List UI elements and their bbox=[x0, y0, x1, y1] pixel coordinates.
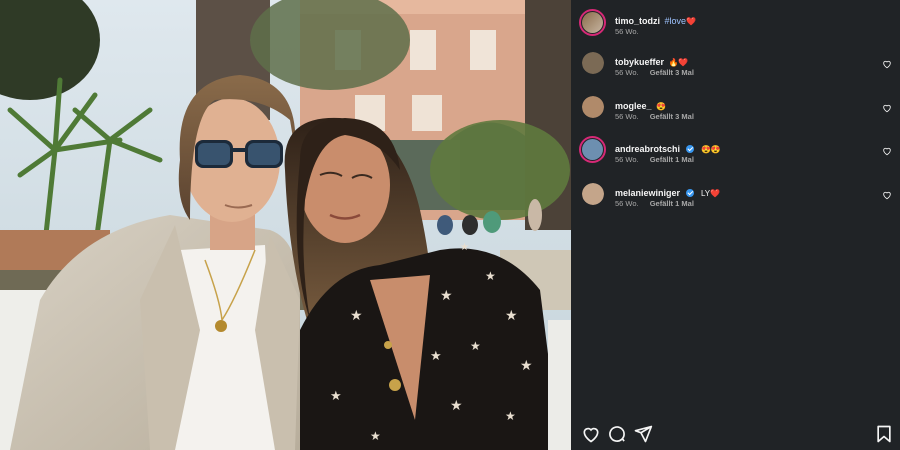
commenter-avatar[interactable] bbox=[582, 96, 604, 118]
svg-text:★: ★ bbox=[470, 339, 481, 353]
comment-bubble-icon[interactable] bbox=[607, 424, 627, 444]
commenter-avatar[interactable] bbox=[579, 136, 606, 163]
paper-plane-icon[interactable] bbox=[633, 424, 653, 444]
comment-likes[interactable]: Gefällt 1 Mal bbox=[650, 199, 694, 208]
comment-username[interactable]: moglee_ bbox=[615, 101, 652, 111]
post-author[interactable]: timo_todzi bbox=[615, 16, 660, 26]
comment-username[interactable]: tobykueffer bbox=[615, 57, 664, 67]
comment-age: 56 Wo. bbox=[615, 155, 639, 164]
comment-age: 56 Wo. bbox=[615, 68, 639, 77]
photo-illustration: ★ ★ ★ ★ ★ ★ ★ ★ ★ ★ ★ ★ bbox=[0, 0, 571, 450]
comment-likes[interactable]: Gefällt 3 Mal bbox=[650, 112, 694, 121]
post-photo[interactable]: ★ ★ ★ ★ ★ ★ ★ ★ ★ ★ ★ ★ bbox=[0, 0, 571, 450]
verified-badge-icon bbox=[686, 189, 695, 197]
caption-emoji: ❤️ bbox=[685, 17, 696, 26]
comment-text: 😍😍 bbox=[700, 145, 721, 154]
svg-text:★: ★ bbox=[370, 429, 381, 443]
heart-outline-icon[interactable] bbox=[882, 100, 892, 113]
svg-text:★: ★ bbox=[440, 287, 453, 303]
svg-text:★: ★ bbox=[350, 307, 363, 323]
comment-likes[interactable]: Gefällt 3 Mal bbox=[650, 68, 694, 77]
comment-item: melaniewiniger LY❤️ 56 Wo. Gefällt 1 Mal bbox=[579, 179, 897, 213]
svg-text:★: ★ bbox=[505, 409, 516, 423]
svg-text:★: ★ bbox=[505, 307, 518, 323]
commenter-avatar[interactable] bbox=[582, 183, 604, 205]
comment-text: LY❤️ bbox=[700, 189, 721, 198]
comment-username[interactable]: melaniewiniger bbox=[615, 188, 680, 198]
post-action-bar bbox=[571, 418, 900, 450]
heart-outline-icon[interactable] bbox=[882, 187, 892, 200]
comments-panel: timo_todzi #love❤️ 56 Wo. tobykueffer 🔥❤… bbox=[571, 0, 900, 450]
comment-likes[interactable]: Gefällt 1 Mal bbox=[650, 155, 694, 164]
svg-text:★: ★ bbox=[450, 397, 463, 413]
bookmark-icon[interactable] bbox=[874, 424, 894, 444]
heart-outline-icon[interactable] bbox=[882, 143, 892, 156]
post-header: timo_todzi #love❤️ 56 Wo. bbox=[579, 8, 891, 38]
commenter-avatar[interactable] bbox=[582, 52, 604, 74]
comment-item: moglee_ 😍 56 Wo. Gefällt 3 Mal bbox=[579, 92, 897, 126]
heart-outline-icon[interactable] bbox=[581, 424, 601, 444]
comment-item: andreabrotschi 😍😍 56 Wo. Gefällt 1 Mal bbox=[579, 135, 897, 169]
comment-age: 56 Wo. bbox=[615, 112, 639, 121]
comment-username[interactable]: andreabrotschi bbox=[615, 144, 680, 154]
svg-text:★: ★ bbox=[330, 388, 342, 403]
comment-text: 😍 bbox=[655, 102, 666, 111]
verified-badge-icon bbox=[686, 145, 695, 153]
svg-text:★: ★ bbox=[460, 242, 469, 253]
heart-outline-icon[interactable] bbox=[882, 56, 892, 69]
comment-age: 56 Wo. bbox=[615, 199, 639, 208]
comment-text: 🔥❤️ bbox=[668, 58, 689, 67]
comment-item: tobykueffer 🔥❤️ 56 Wo. Gefällt 3 Mal bbox=[579, 48, 897, 82]
caption-hashtag[interactable]: #love bbox=[664, 16, 686, 26]
svg-text:★: ★ bbox=[430, 348, 442, 363]
author-avatar[interactable] bbox=[579, 9, 606, 36]
svg-text:★: ★ bbox=[520, 357, 533, 373]
avatar-fill bbox=[582, 52, 604, 74]
post-age: 56 Wo. bbox=[615, 27, 639, 36]
svg-text:★: ★ bbox=[485, 269, 496, 283]
